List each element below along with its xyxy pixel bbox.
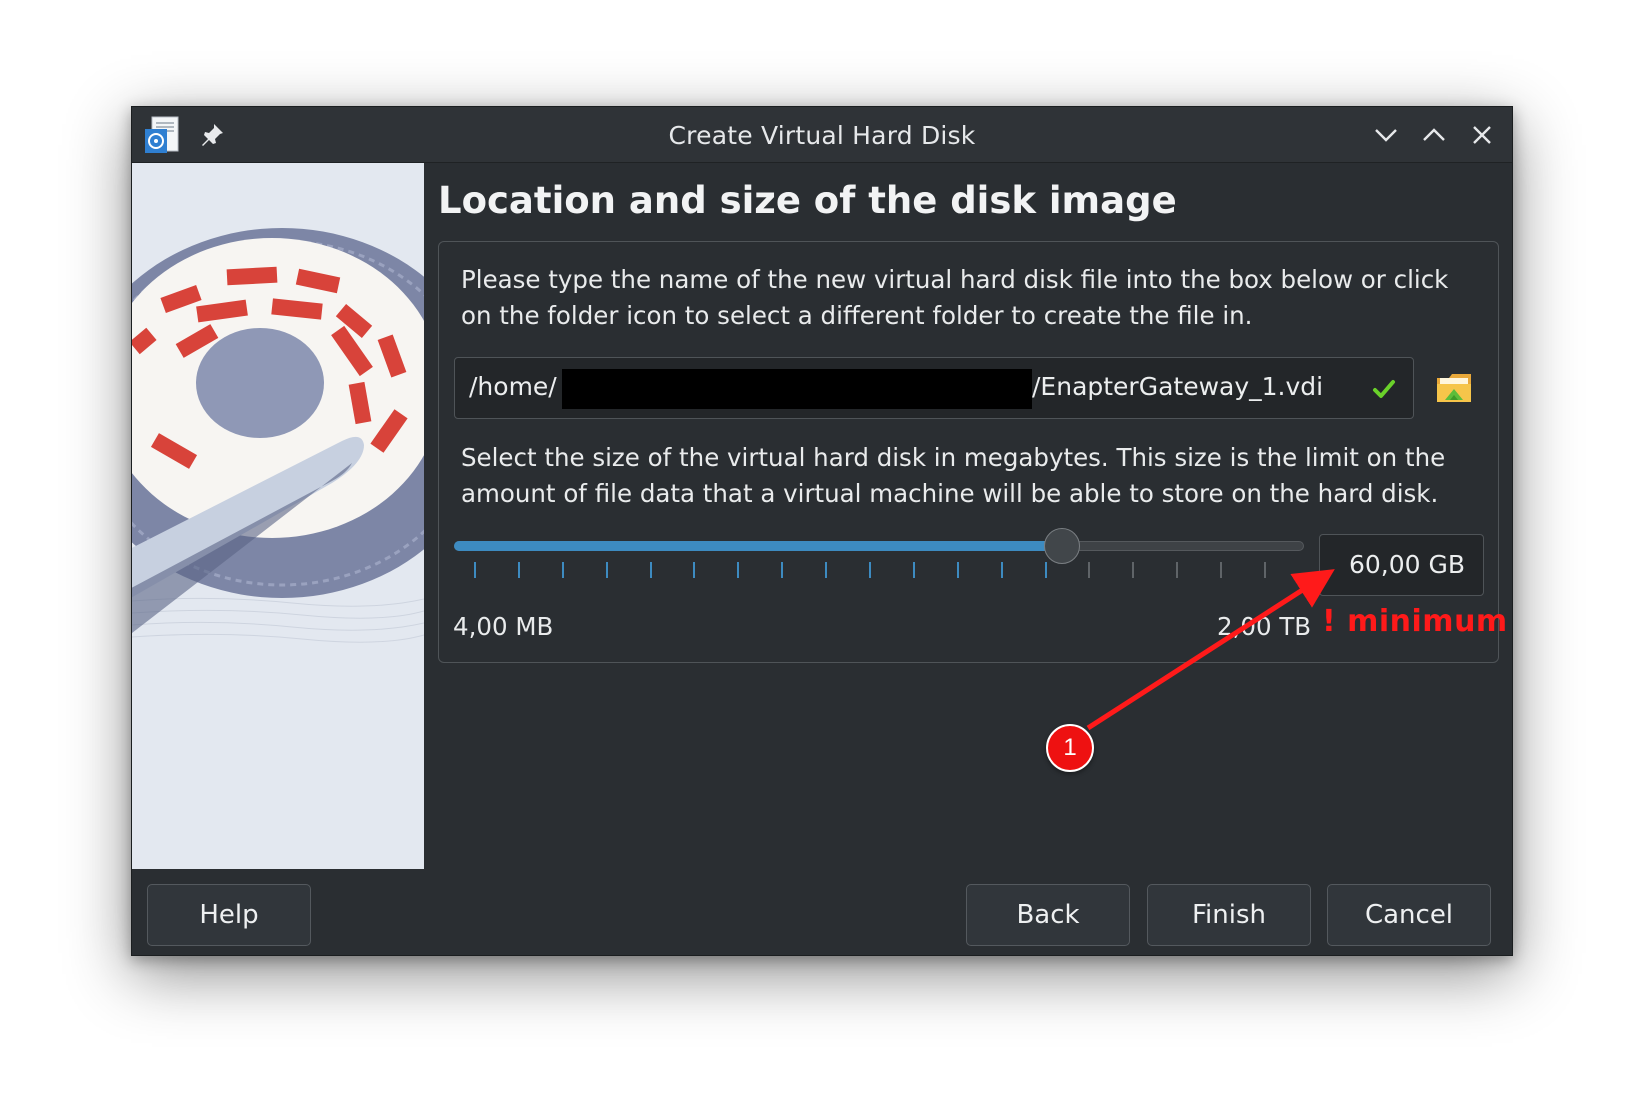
slider-tick — [1132, 562, 1135, 578]
slider-min-label: 4,00 MB — [453, 612, 554, 641]
slider-tick — [649, 562, 652, 578]
create-virtual-hard-disk-dialog: Create Virtual Hard Disk Location and si… — [131, 106, 1513, 956]
slider-fill — [454, 541, 1062, 551]
annotation-badge: 1 — [1046, 724, 1094, 772]
checkmark-icon — [1373, 380, 1395, 398]
close-icon[interactable] — [1466, 119, 1498, 151]
size-description: Select the size of the virtual hard disk… — [461, 443, 1446, 508]
slider-tick — [781, 562, 784, 578]
cancel-button[interactable]: Cancel — [1327, 884, 1491, 946]
location-description: Please type the name of the new virtual … — [461, 265, 1449, 330]
slider-tick — [869, 562, 871, 578]
slider-tick — [561, 562, 564, 578]
slider-tick — [1088, 562, 1091, 578]
disk-size-input[interactable]: 60,00 GB — [1319, 534, 1484, 596]
slider-tick — [1044, 562, 1047, 578]
page-title: Location and size of the disk image — [438, 179, 1177, 222]
slider-tick — [605, 562, 608, 578]
slider-handle[interactable] — [1043, 528, 1080, 564]
path-suffix-text: /EnapterGateway_1.vdi — [1032, 372, 1324, 401]
disk-path-input[interactable]: /home/ /EnapterGateway_1.vdi — [454, 357, 1414, 419]
chevron-up-icon[interactable] — [1418, 119, 1450, 151]
slider-max-label: 2,00 TB — [1217, 612, 1312, 641]
button-bar: Help Back Finish Cancel — [132, 869, 1512, 955]
slider-tick — [1000, 562, 1003, 578]
slider-tick — [956, 562, 959, 578]
chevron-down-icon[interactable] — [1370, 119, 1402, 151]
slider-tick — [1264, 562, 1266, 578]
title-bar[interactable]: Create Virtual Hard Disk — [132, 107, 1512, 163]
finish-button[interactable]: Finish — [1147, 884, 1311, 946]
folder-icon[interactable] — [1435, 370, 1473, 406]
slider-tick — [1176, 562, 1179, 578]
disk-size-slider[interactable] — [454, 522, 1304, 582]
slider-tick — [517, 562, 520, 578]
annotation-note: ! minimum — [1322, 604, 1508, 639]
slider-ticks — [454, 562, 1304, 582]
hard-disk-illustration — [132, 163, 424, 869]
slider-tick — [912, 562, 915, 578]
redacted-path-segment — [562, 369, 1032, 409]
help-button[interactable]: Help — [147, 884, 311, 946]
slider-tick — [693, 562, 696, 578]
wizard-side-image — [132, 163, 424, 869]
slider-tick — [737, 562, 740, 578]
back-button[interactable]: Back — [966, 884, 1130, 946]
disk-location-size-group: Please type the name of the new virtual … — [438, 241, 1499, 663]
slider-tick — [1220, 562, 1223, 578]
slider-tick — [825, 562, 828, 578]
slider-tick — [474, 562, 476, 578]
path-prefix-text: /home/ — [469, 372, 557, 401]
window-title: Create Virtual Hard Disk — [668, 121, 976, 150]
